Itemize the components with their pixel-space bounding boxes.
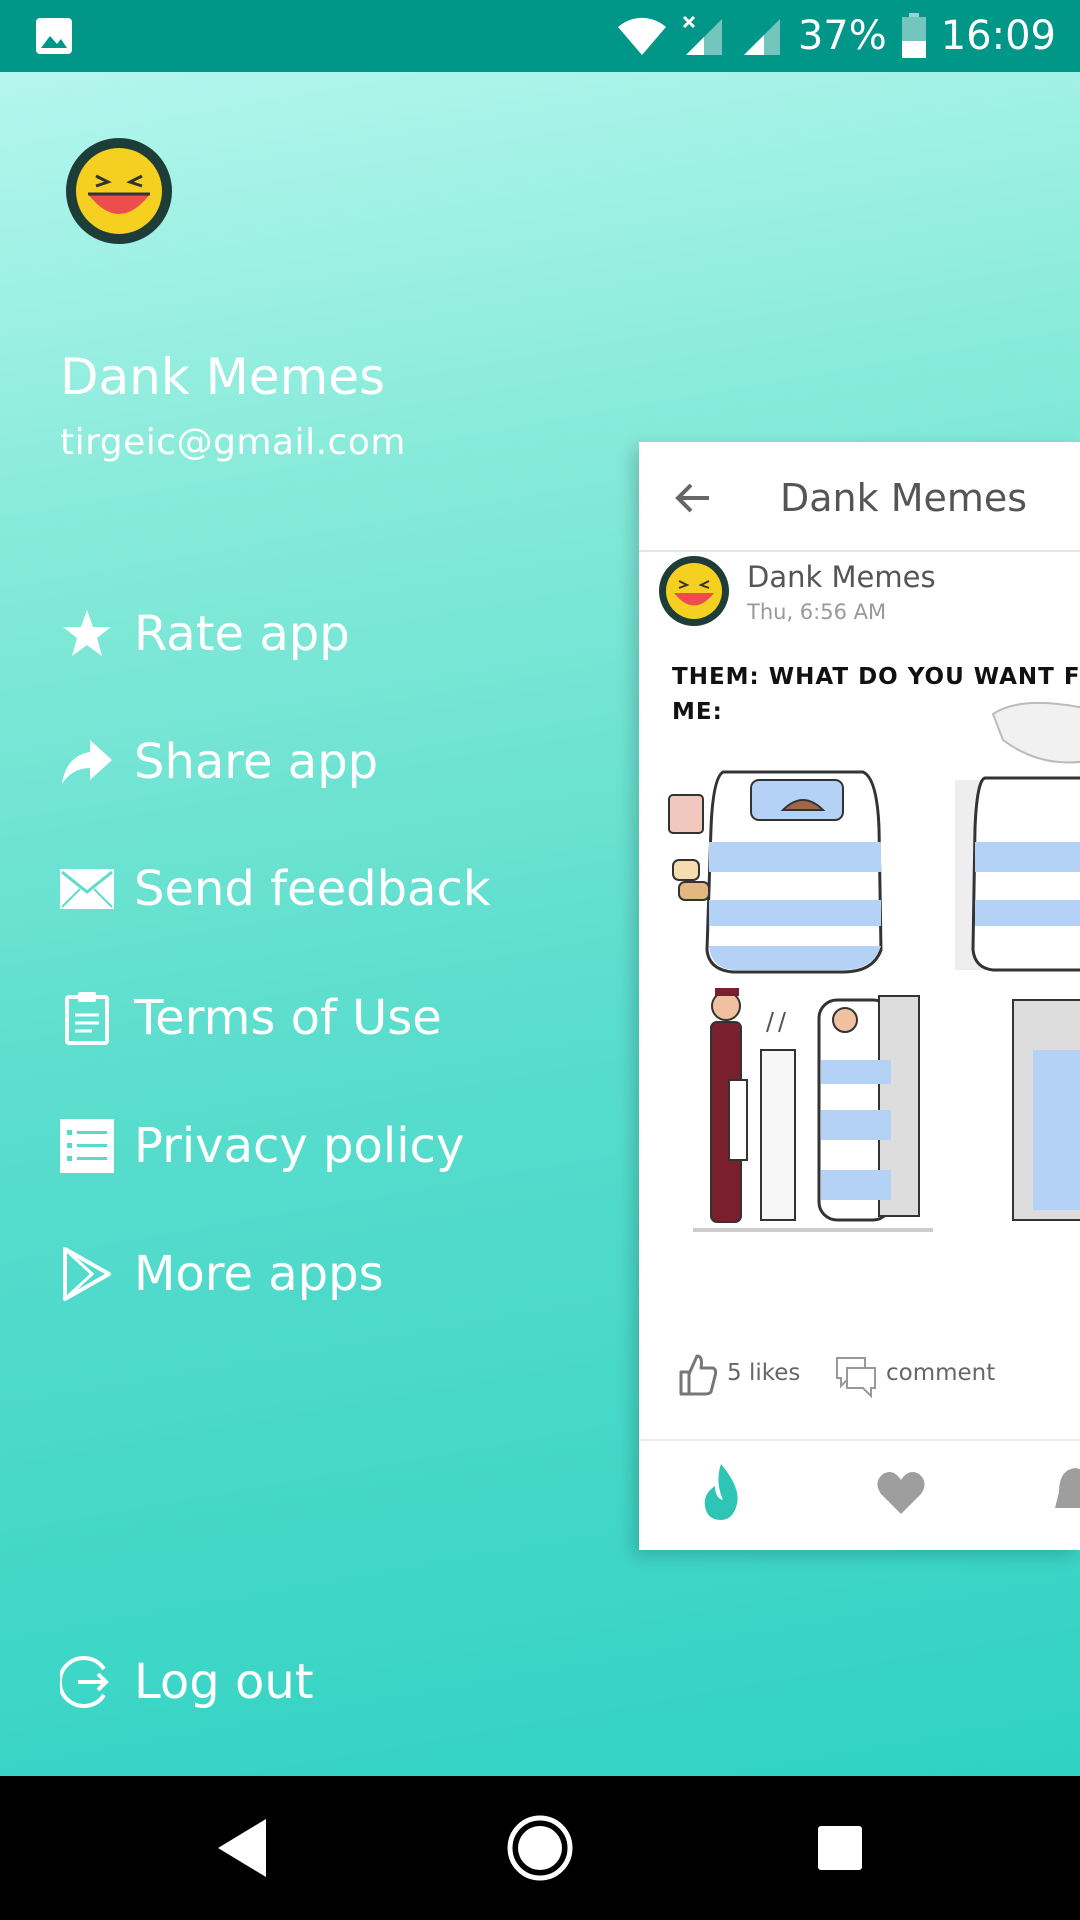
navigation-drawer: Dank Memes tirgeic@gmail.com Rate app Sh…	[0, 72, 1080, 1776]
comment-label[interactable]: comment	[886, 1360, 995, 1386]
list-icon	[58, 1117, 116, 1175]
post-text-line: THEM: WHAT DO YOU WANT F	[672, 664, 1080, 690]
app-avatar	[66, 138, 172, 244]
preview-toolbar: Dank Memes	[639, 442, 1080, 552]
app-preview-card[interactable]: Dank Memes Dank Memes Thu, 6:56 AM THEM:…	[639, 442, 1080, 1550]
status-bar: 37% 16:09	[0, 0, 1080, 72]
play-store-icon	[58, 1245, 116, 1303]
menu-rate-app[interactable]: Rate app	[58, 594, 350, 674]
flame-icon[interactable]	[695, 1462, 747, 1522]
post-time: Thu, 6:56 AM	[747, 600, 887, 624]
star-icon	[58, 605, 116, 663]
post-actions: 5 likes comment	[639, 1346, 1080, 1406]
thumbs-up-icon[interactable]	[677, 1352, 717, 1396]
menu-share-app[interactable]: Share app	[58, 722, 378, 802]
back-arrow-icon[interactable]	[673, 478, 713, 518]
menu-privacy-policy[interactable]: Privacy policy	[58, 1106, 464, 1186]
menu-label: Share app	[134, 734, 379, 790]
recents-square-icon	[818, 1826, 862, 1870]
back-triangle-icon	[218, 1819, 266, 1877]
wifi-icon	[617, 17, 666, 55]
post-author-avatar[interactable]	[659, 556, 729, 626]
mail-icon	[58, 860, 116, 918]
meme-comic-image[interactable]	[663, 700, 1080, 1550]
drawer-email: tirgeic@gmail.com	[60, 422, 406, 463]
battery-icon	[901, 13, 926, 58]
likes-count[interactable]: 5 likes	[727, 1360, 800, 1386]
menu-label: More apps	[134, 1246, 384, 1302]
bell-icon[interactable]	[1049, 1462, 1080, 1522]
gallery-icon	[36, 18, 72, 54]
logout-icon	[58, 1653, 116, 1711]
signal-icon	[743, 19, 780, 55]
menu-label: Terms of Use	[134, 990, 442, 1046]
battery-percent: 37%	[797, 13, 887, 59]
heart-icon[interactable]	[875, 1462, 927, 1522]
nav-home-button[interactable]	[504, 1812, 576, 1884]
post-author: Dank Memes	[747, 560, 936, 594]
nav-recents-button[interactable]	[804, 1812, 876, 1884]
home-circle-icon	[507, 1815, 573, 1881]
clock: 16:09	[940, 13, 1056, 59]
menu-more-apps[interactable]: More apps	[58, 1234, 384, 1314]
drawer-app-name: Dank Memes	[60, 348, 386, 406]
menu-label: Privacy policy	[134, 1118, 465, 1174]
divider	[639, 1439, 1080, 1441]
preview-title: Dank Memes	[780, 476, 1028, 520]
logout-label: Log out	[134, 1654, 314, 1710]
menu-send-feedback[interactable]: Send feedback	[58, 849, 491, 929]
menu-label: Rate app	[134, 606, 350, 662]
status-indicators: 37% 16:09	[616, 0, 1056, 72]
clipboard-icon	[58, 989, 116, 1047]
menu-label: Send feedback	[134, 861, 491, 917]
system-navigation-bar	[0, 1776, 1080, 1920]
comment-icon[interactable]	[835, 1356, 877, 1398]
logout-button[interactable]: Log out	[58, 1642, 314, 1722]
nav-back-button[interactable]	[206, 1812, 278, 1884]
menu-terms-of-use[interactable]: Terms of Use	[58, 978, 442, 1058]
signal-no-service-icon	[682, 15, 722, 55]
share-icon	[58, 733, 116, 791]
